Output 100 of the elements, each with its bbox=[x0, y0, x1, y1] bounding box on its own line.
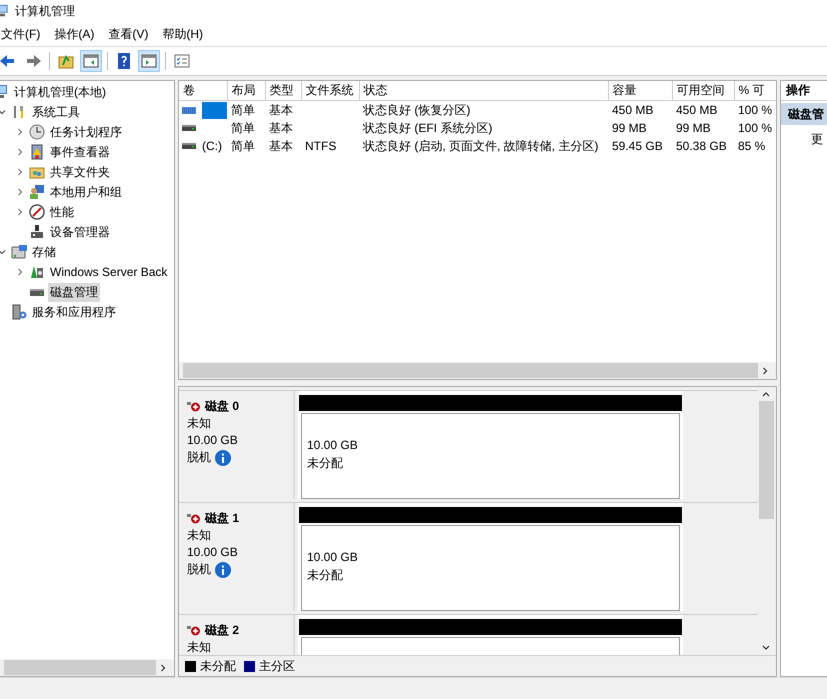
tree-item[interactable]: 计算机管理(本地) bbox=[12, 82, 108, 102]
disk-name: 磁盘 0 bbox=[205, 398, 240, 415]
table-cell: 简单 bbox=[231, 102, 255, 116]
table-cell: 59.45 GB bbox=[612, 139, 663, 153]
table-cell: 50.38 GB bbox=[676, 139, 727, 153]
table-cell: 100 % bbox=[738, 103, 772, 117]
partition-box[interactable]: 10.00 GB 未分配 bbox=[301, 413, 680, 499]
expand-chevron-icon[interactable] bbox=[16, 128, 24, 136]
column-header[interactable]: 文件系统 bbox=[301, 81, 359, 100]
column-header[interactable]: % 可 bbox=[734, 81, 776, 100]
tree-item[interactable]: 磁盘管理 bbox=[48, 282, 100, 302]
disk-status: 脱机 bbox=[187, 561, 211, 578]
drive-icon bbox=[182, 143, 196, 149]
striped-drive-icon bbox=[182, 106, 196, 114]
clock-icon bbox=[29, 124, 45, 140]
disk-name: 磁盘 1 bbox=[205, 510, 240, 527]
tree-item[interactable]: 任务计划程序 bbox=[48, 122, 124, 142]
partition-box[interactable]: 10.00 GB 未分配 bbox=[301, 525, 680, 611]
disk-type: 未知 bbox=[187, 527, 212, 544]
menu-item[interactable]: 操作(A) bbox=[47, 26, 102, 42]
disk-size: 10.00 GB bbox=[187, 432, 239, 449]
collapse-chevron-icon[interactable] bbox=[0, 108, 6, 116]
offline-disk-icon bbox=[187, 512, 201, 524]
users-icon bbox=[29, 184, 45, 200]
table-cell: 简单 bbox=[231, 120, 255, 134]
table-cell: 100 % bbox=[738, 121, 772, 135]
actions-section-header[interactable]: 磁盘管 bbox=[781, 103, 827, 125]
console-tree-icon bbox=[82, 52, 100, 70]
tree-item[interactable]: 服务和应用程序 bbox=[30, 302, 118, 322]
table-cell: 状态良好 (EFI 系统分区) bbox=[363, 120, 492, 134]
expand-chevron-icon[interactable] bbox=[16, 188, 24, 196]
back-arrow-icon bbox=[0, 52, 17, 70]
event-log-icon bbox=[29, 144, 45, 160]
scroll-right-icon[interactable] bbox=[159, 664, 167, 672]
table-cell: NTFS bbox=[305, 139, 336, 153]
disk-status: 脱机 bbox=[187, 449, 211, 466]
offline-disk-icon bbox=[187, 400, 201, 412]
table-cell: 99 MB bbox=[612, 121, 647, 135]
window-title: 计算机管理 bbox=[15, 2, 75, 20]
expand-chevron-icon[interactable] bbox=[16, 148, 24, 156]
action-pane-button[interactable] bbox=[138, 50, 160, 72]
console-tree-button[interactable] bbox=[80, 50, 102, 72]
backup-icon bbox=[29, 264, 45, 280]
scrollbar-thumb[interactable] bbox=[758, 401, 774, 519]
disk-name: 磁盘 2 bbox=[205, 622, 240, 639]
table-cell: 99 MB bbox=[676, 121, 711, 135]
table-cell: 状态良好 (启动, 页面文件, 故障转储, 主分区) bbox=[363, 138, 598, 152]
device-icon bbox=[29, 224, 45, 240]
scrollbar-thumb[interactable] bbox=[183, 363, 758, 378]
volume-name-cell[interactable] bbox=[202, 102, 227, 118]
column-header[interactable]: 布局 bbox=[227, 81, 265, 100]
disk-size: 10.00 GB bbox=[187, 544, 239, 561]
menu-item[interactable]: 文件(F) bbox=[0, 26, 48, 42]
table-cell: 85 % bbox=[738, 139, 766, 153]
expand-chevron-icon[interactable] bbox=[16, 208, 24, 216]
menu-item[interactable]: 查看(V) bbox=[101, 26, 156, 42]
expand-chevron-icon[interactable] bbox=[16, 268, 24, 276]
info-icon[interactable] bbox=[215, 562, 231, 578]
computer-management-icon bbox=[0, 4, 10, 18]
actions-title: 操作 bbox=[786, 82, 810, 99]
collapse-chevron-icon[interactable] bbox=[0, 248, 6, 256]
drive-icon bbox=[182, 125, 196, 131]
tree-item[interactable]: 共享文件夹 bbox=[48, 162, 112, 182]
forward-arrow-icon bbox=[24, 52, 42, 70]
partition-size: 10.00 GB bbox=[307, 550, 359, 564]
offline-disk-icon bbox=[187, 624, 201, 636]
tree-item[interactable]: 事件查看器 bbox=[48, 142, 112, 162]
gauge-icon bbox=[29, 204, 45, 220]
services-icon bbox=[11, 304, 27, 320]
scroll-right-icon[interactable] bbox=[761, 366, 769, 374]
menu-item[interactable]: 帮助(H) bbox=[155, 26, 210, 42]
volume-name-cell[interactable]: (C:) bbox=[202, 138, 227, 154]
column-header[interactable]: 卷 bbox=[179, 81, 227, 100]
legend-label: 未分配 bbox=[200, 658, 236, 674]
partition-label: 未分配 bbox=[307, 567, 344, 584]
tree-item[interactable]: Windows Server Back bbox=[48, 264, 170, 280]
expand-chevron-icon[interactable] bbox=[16, 168, 24, 176]
info-icon[interactable] bbox=[215, 450, 231, 466]
legend-label: 主分区 bbox=[259, 658, 295, 674]
properties-icon bbox=[173, 52, 191, 70]
column-header[interactable]: 类型 bbox=[265, 81, 301, 100]
action-link[interactable]: 更 bbox=[811, 132, 823, 146]
column-header[interactable]: 可用空间 bbox=[672, 81, 734, 100]
tree-item[interactable]: 性能 bbox=[48, 202, 76, 222]
table-cell: 450 MB bbox=[676, 103, 718, 117]
partition-label: 未分配 bbox=[307, 455, 344, 472]
tree-item[interactable]: 设备管理器 bbox=[48, 222, 112, 242]
tree-item[interactable]: 存储 bbox=[30, 242, 58, 262]
folder-up-icon bbox=[57, 52, 75, 70]
column-header[interactable]: 状态 bbox=[359, 81, 608, 100]
disk-type: 未知 bbox=[187, 639, 212, 655]
table-cell: 基本 bbox=[269, 120, 293, 134]
column-header[interactable]: 容量 bbox=[608, 81, 672, 100]
partition-size: 10.00 GB bbox=[307, 438, 359, 452]
help-icon bbox=[115, 52, 133, 70]
scrollbar-thumb[interactable] bbox=[4, 660, 156, 675]
table-cell: 基本 bbox=[269, 102, 293, 116]
table-cell: 基本 bbox=[269, 138, 293, 152]
tree-item[interactable]: 系统工具 bbox=[30, 102, 82, 122]
tree-item[interactable]: 本地用户和组 bbox=[48, 182, 124, 202]
